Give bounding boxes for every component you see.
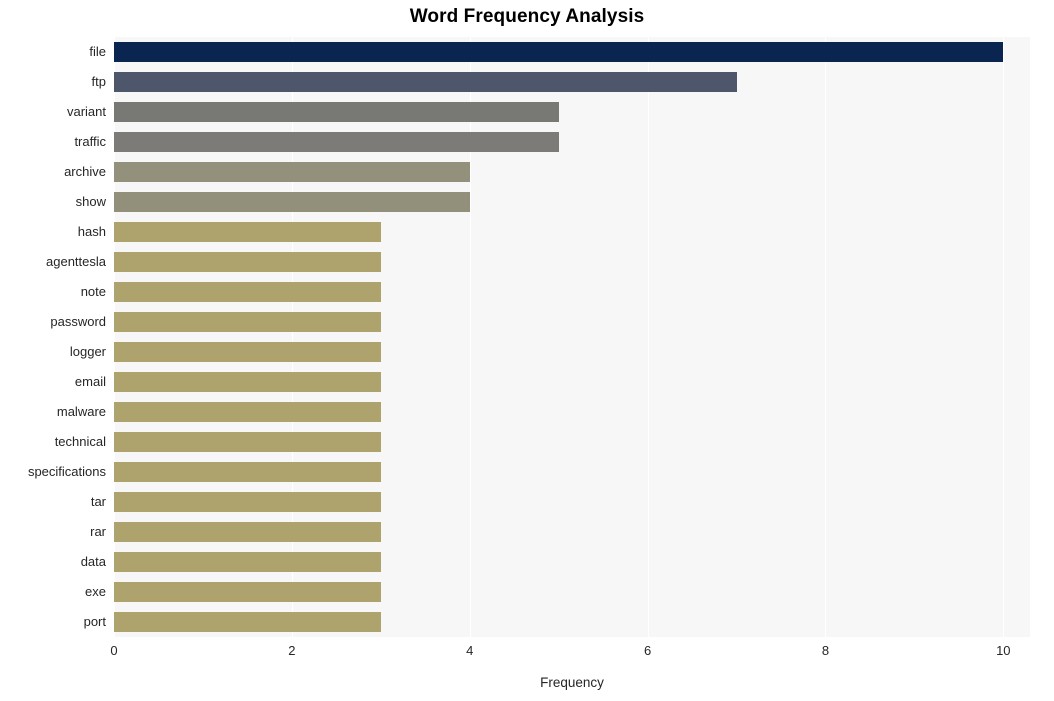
bar[interactable] [114, 312, 381, 332]
bar[interactable] [114, 492, 381, 512]
y-tick-label: email [74, 374, 106, 389]
y-tick-label: password [50, 314, 106, 329]
bar[interactable] [114, 582, 381, 602]
bars-container [114, 37, 1030, 637]
y-tick-label: data [80, 554, 106, 569]
y-tick-label: agenttesla [46, 254, 106, 269]
y-tick-label: port [83, 614, 106, 629]
bar[interactable] [114, 162, 470, 182]
word-frequency-chart-figure: Word Frequency Analysis file ftp variant tr… [0, 0, 1054, 701]
x-tick-label: 4 [466, 643, 474, 658]
bar[interactable] [114, 132, 559, 152]
bar[interactable] [114, 432, 381, 452]
y-tick-label: hash [77, 224, 106, 239]
y-tick-label: traffic [74, 134, 106, 149]
y-tick-label: rar [90, 524, 106, 539]
x-tick-label: 6 [643, 643, 652, 658]
bar[interactable] [114, 222, 381, 242]
x-tick-label: 8 [821, 643, 830, 658]
bar[interactable] [114, 372, 381, 392]
x-tick-label: 10 [996, 643, 1011, 658]
y-tick-label: exe [85, 584, 106, 599]
y-tick-label: show [75, 194, 106, 209]
bar[interactable] [114, 72, 737, 92]
bar[interactable] [114, 282, 381, 302]
x-axis-tick-labels: 0 2 4 6 8 10 [0, 643, 1054, 667]
y-tick-label: malware [56, 404, 106, 419]
bar[interactable] [114, 252, 381, 272]
bar[interactable] [114, 552, 381, 572]
bar[interactable] [114, 612, 381, 632]
y-tick-label: technical [54, 434, 106, 449]
bar[interactable] [114, 402, 381, 422]
bar[interactable] [114, 42, 1004, 62]
chart-title: Word Frequency Analysis [409, 6, 645, 27]
y-tick-label: ftp [91, 74, 106, 89]
bar[interactable] [114, 522, 381, 542]
bar[interactable] [114, 102, 559, 122]
x-tick-label: 0 [110, 643, 118, 658]
y-tick-label: archive [64, 164, 106, 179]
y-axis-tick-labels: file ftp variant traffic archive show hash agen… [0, 37, 106, 637]
y-tick-label: tar [90, 494, 106, 509]
y-tick-label: file [89, 44, 106, 59]
plot-area [114, 37, 1030, 637]
x-axis-title: Frequency [540, 675, 604, 690]
bar[interactable] [114, 342, 381, 362]
y-tick-label: note [80, 284, 106, 299]
x-tick-label: 2 [288, 643, 296, 658]
y-tick-label: specifications [27, 464, 106, 479]
bar[interactable] [114, 192, 470, 212]
y-tick-label: variant [66, 104, 106, 119]
bar[interactable] [114, 462, 381, 482]
y-tick-label: logger [69, 344, 106, 359]
